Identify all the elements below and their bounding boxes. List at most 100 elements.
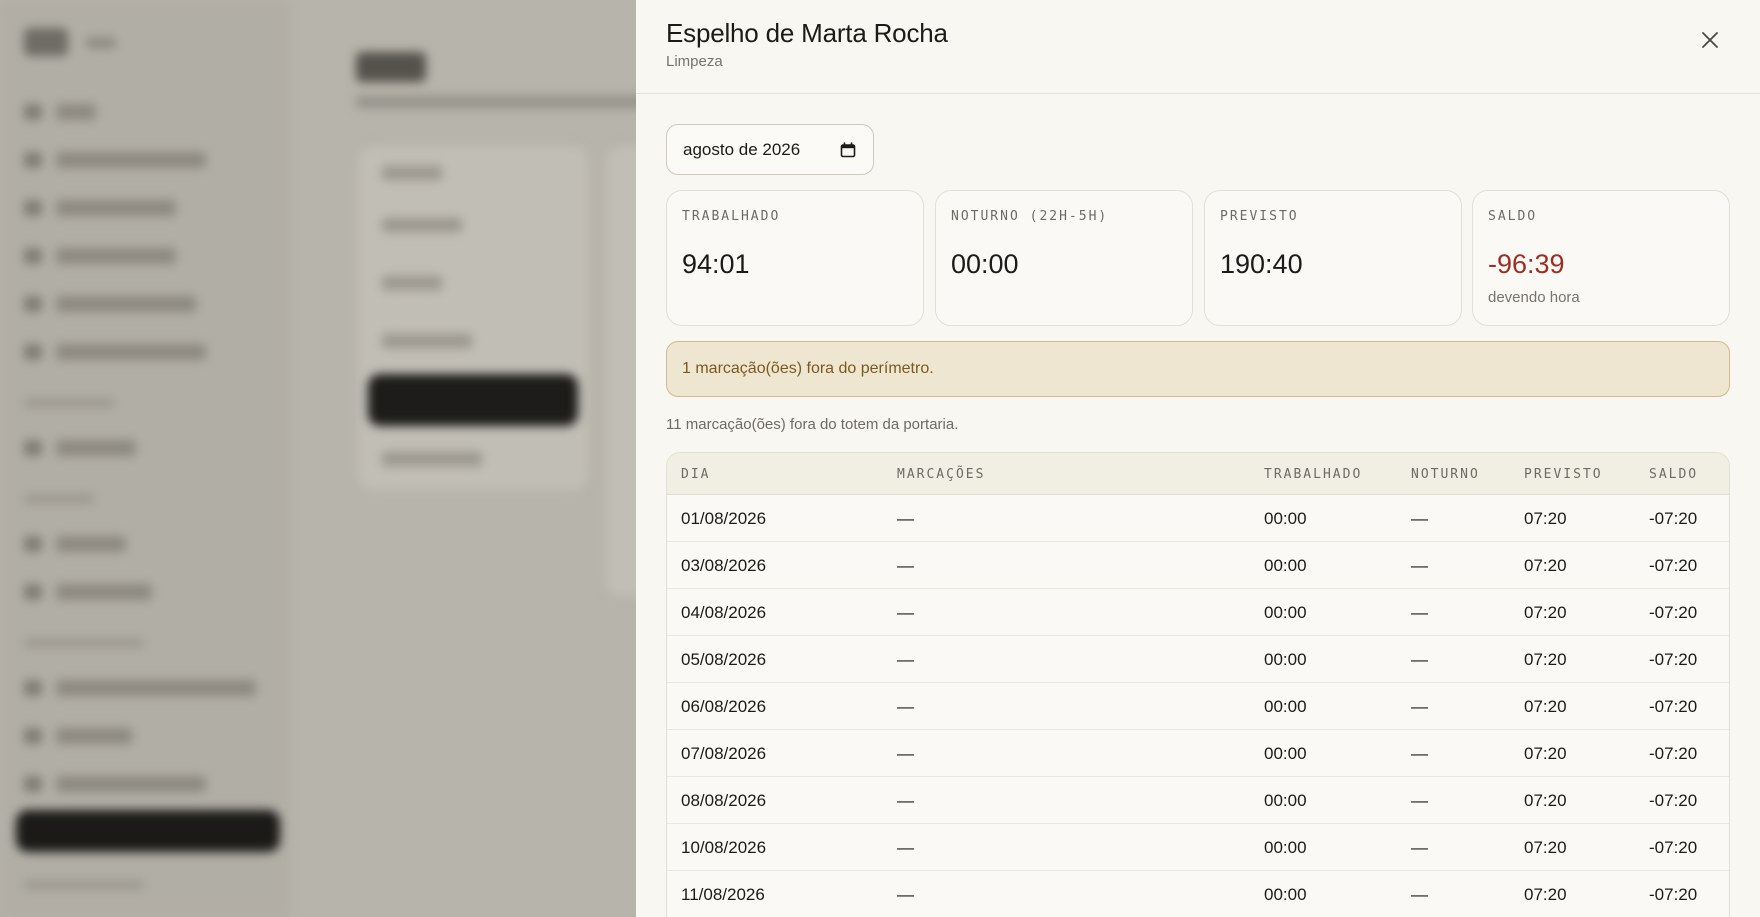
table-row[interactable]: 08/08/2026 — 00:00 — 07:20 -07:20 (667, 777, 1729, 824)
table-row[interactable]: 01/08/2026 — 00:00 — 07:20 -07:20 (667, 495, 1729, 542)
cell-night: — (1411, 838, 1428, 857)
cell-day: 08/08/2026 (681, 791, 767, 810)
drawer-header: Espelho de Marta Rocha Limpeza (636, 0, 1760, 94)
calendar-icon[interactable] (839, 141, 857, 159)
background-nav-icon (24, 680, 42, 696)
cell-day: 07/08/2026 (681, 744, 767, 763)
stat-card-night: Noturno (22h-5h) 00:00 (935, 190, 1193, 326)
cell-expected: 07:20 (1524, 744, 1567, 763)
month-picker-input[interactable]: agosto de 2026 (666, 124, 874, 175)
cell-balance: -07:20 (1649, 650, 1698, 669)
cell-expected: 07:20 (1524, 603, 1567, 622)
employee-timesheet-drawer: Espelho de Marta Rocha Limpeza agosto de… (636, 0, 1760, 917)
close-button[interactable] (1696, 26, 1724, 54)
background-logo-text (86, 38, 116, 48)
column-header-day: Dia (681, 467, 711, 482)
cell-punches: — (897, 838, 914, 857)
cell-balance: -07:20 (1649, 697, 1698, 716)
background-nav-item (56, 296, 196, 312)
cell-balance: -07:20 (1649, 838, 1698, 857)
drawer-subtitle: Limpeza (666, 53, 723, 70)
cell-expected: 07:20 (1524, 838, 1567, 857)
background-nav-icon (24, 104, 42, 120)
table-row[interactable]: 05/08/2026 — 00:00 — 07:20 -07:20 (667, 636, 1729, 683)
cell-worked: 00:00 (1264, 885, 1307, 904)
background-nav-icon (24, 440, 42, 456)
background-section (24, 398, 114, 408)
background-nav-icon (24, 776, 42, 792)
totem-info-text: 11 marcação(ões) fora do totem da portar… (666, 416, 959, 433)
table-row[interactable]: 11/08/2026 — 00:00 — 07:20 -07:20 (667, 871, 1729, 917)
background-nav-item (56, 344, 206, 360)
background-nav-item (56, 680, 256, 696)
column-header-expected: Previsto (1524, 467, 1603, 482)
stat-value: 00:00 (951, 249, 1019, 279)
background-nav-item (56, 728, 132, 744)
background-nav-icon (24, 152, 42, 168)
table-row[interactable]: 06/08/2026 — 00:00 — 07:20 -07:20 (667, 683, 1729, 730)
cell-night: — (1411, 509, 1428, 528)
cell-day: 01/08/2026 (681, 509, 767, 528)
stat-card-expected: Previsto 190:40 (1204, 190, 1462, 326)
background-nav-item (56, 200, 176, 216)
background-nav-icon (24, 200, 42, 216)
background-nav-item (56, 104, 96, 120)
cell-day: 04/08/2026 (681, 603, 767, 622)
background-nav-item (56, 536, 126, 552)
cell-punches: — (897, 603, 914, 622)
background-nav-icon (24, 728, 42, 744)
background-nav-item (56, 248, 176, 264)
background-nav-item (56, 440, 136, 456)
cell-balance: -07:20 (1649, 556, 1698, 575)
stat-card-worked: Trabalhado 94:01 (666, 190, 924, 326)
cell-balance: -07:20 (1649, 791, 1698, 810)
background-card-item (382, 166, 442, 180)
cell-night: — (1411, 697, 1428, 716)
month-picker-value: agosto de 2026 (683, 139, 801, 159)
cell-worked: 00:00 (1264, 603, 1307, 622)
background-card-item (382, 452, 482, 466)
background-nav-icon (24, 296, 42, 312)
background-card-item (382, 276, 442, 290)
stat-card-balance: Saldo -96:39 devendo hora (1472, 190, 1730, 326)
column-header-punches: Marcações (897, 467, 986, 482)
cell-night: — (1411, 603, 1428, 622)
background-section (24, 880, 144, 890)
cell-day: 11/08/2026 (681, 885, 765, 904)
cell-balance: -07:20 (1649, 744, 1698, 763)
background-nav-icon (24, 344, 42, 360)
column-header-balance: Saldo (1649, 467, 1699, 482)
cell-punches: — (897, 791, 914, 810)
background-nav-icon (24, 248, 42, 264)
table-row[interactable]: 04/08/2026 — 00:00 — 07:20 -07:20 (667, 589, 1729, 636)
cell-expected: 07:20 (1524, 509, 1567, 528)
cell-worked: 00:00 (1264, 838, 1307, 857)
column-header-night: Noturno (1411, 467, 1480, 482)
cell-worked: 00:00 (1264, 697, 1307, 716)
background-nav-icon (24, 584, 42, 600)
close-icon (1702, 32, 1718, 48)
background-card-item (382, 334, 472, 348)
stat-note: devendo hora (1488, 289, 1580, 306)
stat-value: -96:39 (1488, 249, 1565, 279)
background-nav-icon (24, 536, 42, 552)
cell-worked: 00:00 (1264, 556, 1307, 575)
cell-expected: 07:20 (1524, 697, 1567, 716)
stat-label: Trabalhado (682, 209, 781, 224)
table-row[interactable]: 03/08/2026 — 00:00 — 07:20 -07:20 (667, 542, 1729, 589)
cell-day: 05/08/2026 (681, 650, 767, 669)
cell-worked: 00:00 (1264, 791, 1307, 810)
stat-label: Saldo (1488, 209, 1538, 224)
drawer-title: Espelho de Marta Rocha (666, 18, 948, 48)
cell-punches: — (897, 697, 914, 716)
cell-night: — (1411, 650, 1428, 669)
cell-worked: 00:00 (1264, 650, 1307, 669)
cell-worked: 00:00 (1264, 509, 1307, 528)
table-row[interactable]: 07/08/2026 — 00:00 — 07:20 -07:20 (667, 730, 1729, 777)
cell-punches: — (897, 509, 914, 528)
background-logo (24, 28, 68, 56)
table-row[interactable]: 10/08/2026 — 00:00 — 07:20 -07:20 (667, 824, 1729, 871)
table-body: 01/08/2026—00:00—07:20 -07:20 03/08/2026—0… (667, 495, 1729, 917)
cell-expected: 07:20 (1524, 885, 1567, 904)
column-header-worked: Trabalhado (1264, 467, 1363, 482)
